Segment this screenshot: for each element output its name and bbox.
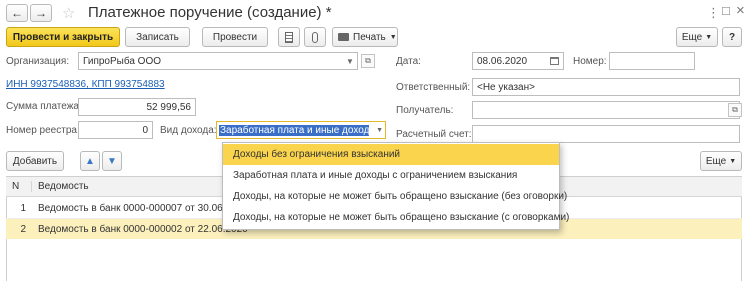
organization-open-button[interactable]: ⧉ <box>361 54 375 68</box>
dropdown-option[interactable]: Доходы, на которые не может быть обращен… <box>223 186 567 207</box>
number-field[interactable] <box>609 52 695 70</box>
back-button[interactable]: ← <box>6 4 28 22</box>
account-label: Расчетный счет: <box>396 129 472 140</box>
table-more-label: Еще <box>705 155 727 167</box>
responsible-field[interactable]: <Не указан> <box>472 78 740 96</box>
income-type-label: Вид дохода: <box>160 125 217 136</box>
income-type-value: Заработная плата и иные доходы с <box>219 124 369 136</box>
row-number: 2 <box>20 223 26 235</box>
chevron-down-icon: ▼ <box>729 157 737 165</box>
add-button[interactable]: Добавить <box>6 151 64 171</box>
chevron-down-icon: ▼ <box>705 33 713 41</box>
page-title: Платежное поручение (создание) * <box>88 4 332 21</box>
document-list-button[interactable] <box>278 27 300 47</box>
column-header-n[interactable]: N <box>6 181 32 192</box>
income-type-dropdown: Доходы без ограничения взысканий Заработ… <box>222 142 569 230</box>
registry-number-label: Номер реестра: <box>6 125 80 136</box>
responsible-value: <Не указан> <box>477 81 535 93</box>
more-vertical-icon[interactable]: ⋮ <box>707 5 720 21</box>
post-and-close-button[interactable]: Провести и закрыть <box>6 27 120 47</box>
help-button[interactable]: ? <box>722 27 742 47</box>
organization-value: ГипроРыба ООО <box>83 55 162 67</box>
arrow-down-icon: ▼ <box>107 155 117 167</box>
row-number: 1 <box>20 203 26 214</box>
row-statement: Ведомость в банк 0000-000007 от 30.06.20… <box>38 203 248 214</box>
print-label: Печать <box>353 31 386 43</box>
amount-field[interactable]: 52 999,56 <box>78 98 196 116</box>
favorite-star-icon[interactable]: ☆ <box>62 4 75 22</box>
document-icon <box>285 31 293 43</box>
print-button[interactable]: Печать ▼ <box>332 27 398 47</box>
open-link-icon: ⧉ <box>365 56 371 65</box>
amount-label: Сумма платежа: <box>6 101 82 112</box>
inn-kpp-link[interactable]: ИНН 9937548836, КПП 993754883 <box>6 79 165 90</box>
calendar-icon <box>550 57 559 65</box>
attach-button[interactable] <box>304 27 326 47</box>
date-field[interactable]: 08.06.2020 <box>472 52 564 70</box>
more-button[interactable]: Еще ▼ <box>676 27 718 47</box>
organization-field[interactable]: ГипроРыба ООО <box>78 52 358 70</box>
table-more-button[interactable]: Еще ▼ <box>700 151 742 171</box>
column-header-statement[interactable]: Ведомость <box>32 181 89 192</box>
dropdown-option[interactable]: Доходы, на которые не может быть обращен… <box>223 207 569 228</box>
row-statement: Ведомость в банк 0000-000002 от 22.06.20… <box>38 223 248 235</box>
recipient-field[interactable] <box>472 101 740 119</box>
number-label: Номер: <box>573 56 607 67</box>
amount-value: 52 999,56 <box>146 101 192 113</box>
organization-dropdown-button[interactable]: ▼ <box>343 54 357 68</box>
save-button[interactable]: Записать <box>125 27 190 47</box>
post-button[interactable]: Провести <box>202 27 268 47</box>
account-field[interactable] <box>472 125 740 143</box>
more-label: Еще <box>681 31 703 43</box>
date-label: Дата: <box>396 56 421 67</box>
income-type-field[interactable]: Заработная плата и иные доходы с ▼ <box>216 121 386 139</box>
arrow-left-icon: ← <box>11 6 23 20</box>
move-up-button[interactable]: ▲ <box>80 151 100 171</box>
recipient-open-button[interactable]: ⧉ <box>728 103 742 117</box>
paperclip-icon <box>312 31 318 43</box>
recipient-label: Получатель: <box>396 105 454 116</box>
chevron-down-icon: ▼ <box>346 56 354 66</box>
registry-number-field[interactable]: 0 <box>78 121 153 139</box>
move-down-button[interactable]: ▼ <box>102 151 122 171</box>
arrow-up-icon: ▲ <box>85 155 95 167</box>
dropdown-option[interactable]: Заработная плата и иные доходы с огранич… <box>223 165 559 186</box>
registry-number-value: 0 <box>142 124 148 136</box>
date-value: 08.06.2020 <box>477 55 528 67</box>
chevron-down-icon: ▼ <box>389 33 397 41</box>
arrow-right-icon: → <box>35 6 47 20</box>
printer-icon <box>338 33 349 41</box>
forward-button[interactable]: → <box>30 4 52 22</box>
responsible-label: Ответственный: <box>396 82 471 93</box>
open-link-icon: ⧉ <box>732 105 738 114</box>
dropdown-option[interactable]: Доходы без ограничения взысканий <box>223 144 559 165</box>
maximize-icon[interactable]: □ <box>722 3 730 18</box>
organization-label: Организация: <box>6 56 70 67</box>
chevron-down-icon: ▼ <box>376 126 383 134</box>
close-icon[interactable]: × <box>736 2 745 19</box>
